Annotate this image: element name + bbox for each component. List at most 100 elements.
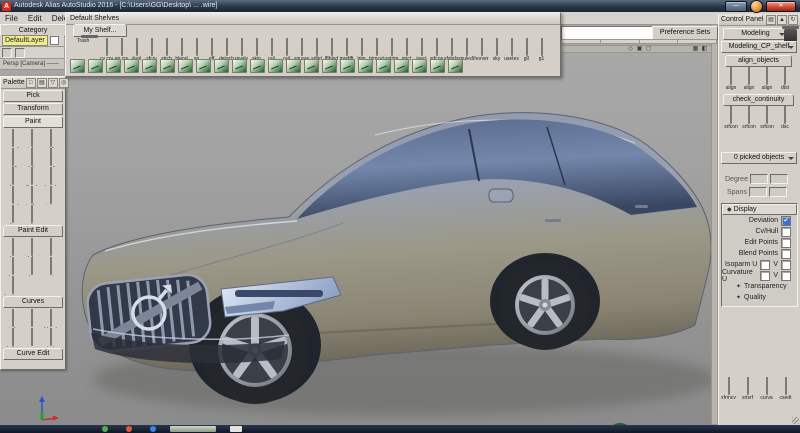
transparency-section[interactable]: ✦ Transparency [722,281,797,292]
shelf-tool[interactable]: horver [474,38,489,62]
paint-tool[interactable]: bysol [41,167,60,186]
curves-tool[interactable]: text [41,328,60,347]
paint-tool[interactable]: shpn [3,167,22,186]
curves-tool[interactable]: kgtbv [3,328,22,347]
continuity-tool[interactable]: srfcon [740,106,758,130]
shelf-tool-icon[interactable] [358,59,373,73]
shelf-tab-slot[interactable] [678,39,717,44]
viewport-toolbar-icon[interactable]: ◇ [626,46,635,52]
palette-window-button[interactable]: ▤ [37,78,47,88]
modeling-dropdown[interactable]: Modeling [723,28,788,40]
taskbar-app-icon[interactable] [102,426,108,432]
deviation-checkbox[interactable]: ✔ [781,216,791,226]
paint-edit-tool[interactable]: warp [41,238,60,257]
shelf-tool-icon[interactable] [214,59,229,73]
shelf-tool-icon[interactable] [106,59,121,73]
taskbar-app-icon[interactable] [126,426,132,432]
spans-field-1[interactable] [749,187,767,197]
align-tool[interactable]: align [740,67,758,91]
tab-paint-edit[interactable]: Paint Edit [3,225,63,237]
viewport-toolbar-icon[interactable]: ▦ [691,46,700,52]
palette-titlebar[interactable]: Palette □▤▽◎ [1,77,65,89]
align-tool[interactable]: align [758,67,776,91]
menu-item[interactable]: File [0,14,23,23]
paint-tool[interactable]: pencil [3,129,22,148]
shelf-tab-slot[interactable] [561,39,601,44]
car-model[interactable] [75,83,715,421]
tab-curve-edit[interactable]: Curve Edit [3,348,63,360]
shelf-tool-icon[interactable] [124,59,139,73]
layer-row[interactable]: DefaultLayer [0,35,64,47]
shelf-tool[interactable]: g0 [519,38,534,62]
tab-check-continuity[interactable]: check_continuity [723,94,794,106]
cvhull-checkbox[interactable] [781,227,791,237]
picked-objects-dropdown[interactable]: 0 picked objects [721,152,797,164]
control-panel-titlebar[interactable]: Control Panel ▤▲↻ [719,14,800,26]
shelf-tool-icon[interactable] [394,59,409,73]
shelf-tool-icon[interactable] [232,59,247,73]
paint-tool[interactable]: wand [3,186,22,205]
preference-sets-button[interactable]: Preference Sets [652,26,718,40]
shelf-tool-icon[interactable] [250,59,265,73]
layer-lock-icon[interactable] [2,48,12,58]
taskbar-active-app[interactable] [170,426,216,432]
control-panel-window-button[interactable]: ▤ [766,15,776,25]
cp-bottom-tool[interactable]: curva [757,377,776,401]
menu-item[interactable]: Edit [23,14,47,23]
tab-pick[interactable]: Pick [3,90,63,102]
curves-tool[interactable]: circle [3,309,22,328]
cp-shelf-dropdown[interactable]: Modeling_CP_shelf [721,41,797,53]
shelf-tool-icon[interactable] [196,59,211,73]
paint-tool[interactable]: airft [41,129,60,148]
curves-tool[interactable]: nw cos [22,328,41,347]
taskbar-app-icon[interactable] [150,426,156,432]
taskbar-app[interactable] [230,426,242,432]
viewport-toolbar-icon[interactable]: ◻ [644,46,653,52]
palette-window-button[interactable]: ◎ [59,78,69,88]
continuity-tool[interactable]: srfcon [722,106,740,130]
curves-tool[interactable]: blend [41,309,60,328]
isoparm-u-checkbox[interactable] [760,260,770,270]
resize-grip[interactable] [792,417,799,424]
paint-tool[interactable]: pdift [3,148,22,167]
shelf-trash[interactable]: Trash [71,38,95,44]
cp-bottom-tool[interactable]: xfrmcv [719,377,738,401]
tab-align-objects[interactable]: align_objects [725,55,792,67]
curvature-v-checkbox[interactable] [781,271,791,281]
paint-edit-tool[interactable]: chmp [3,257,22,276]
quality-section[interactable]: ✦ Quality [722,292,797,303]
edit-points-checkbox[interactable] [781,238,791,248]
shelf-tool-icon[interactable] [430,59,445,73]
viewport-toolbar-icon[interactable]: ▣ [635,46,644,52]
cp-bottom-tool[interactable]: csedt [776,377,795,401]
paint-edit-tool[interactable]: nw in [41,257,60,276]
paint-tool[interactable]: mdsym [3,205,22,224]
tab-curves[interactable]: Curves [3,296,63,308]
paint-tool[interactable]: txtm [41,186,60,205]
paint-edit-tool[interactable]: defm [22,238,41,257]
shelf-tool-icon[interactable] [412,59,427,73]
shelf-tool-icon[interactable] [322,59,337,73]
paint-tool[interactable]: felt [22,148,41,167]
paint-edit-tool[interactable]: keebsp [3,276,22,295]
shelf-tool-icon[interactable] [268,59,283,73]
degree-field-1[interactable] [750,174,768,184]
isoparm-v-checkbox[interactable] [781,260,791,270]
align-tool[interactable]: dtst [776,67,794,91]
control-panel-window-button[interactable]: ↻ [788,15,798,25]
shelf-tool-icon[interactable] [178,59,193,73]
shelf-tool-icon[interactable] [448,59,463,73]
shelf-tool-icon[interactable] [286,59,301,73]
shelf-tool-icon[interactable] [376,59,391,73]
shelf-tool-icon[interactable] [304,59,319,73]
shelf-tool-icon[interactable] [340,59,355,73]
continuity-tool[interactable]: srfcon [758,106,776,130]
curves-tool[interactable]: cv crv [22,309,41,328]
palette-window-button[interactable]: ▽ [48,78,58,88]
shelf-tool-icon[interactable] [160,59,175,73]
shelf-tool[interactable]: sky [489,38,504,62]
shelf-tab-slot[interactable] [640,39,679,44]
default-layer-label[interactable]: DefaultLayer [2,35,48,46]
continuity-tool[interactable]: dsc [776,106,794,130]
paint-tool[interactable]: color [22,205,41,224]
